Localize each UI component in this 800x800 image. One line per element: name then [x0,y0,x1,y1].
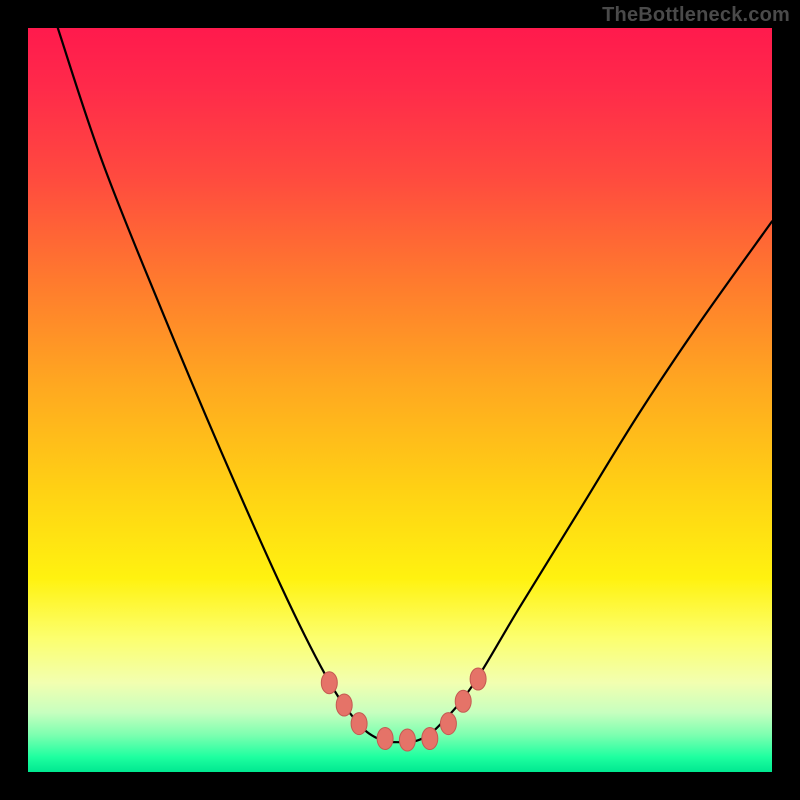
chart-marker [455,690,471,712]
bottleneck-curve [58,28,772,742]
chart-marker [399,729,415,751]
chart-marker [321,672,337,694]
chart-frame: TheBottleneck.com [0,0,800,800]
chart-marker [351,713,367,735]
chart-marker [470,668,486,690]
chart-marker [336,694,352,716]
chart-svg [28,28,772,772]
chart-marker [377,728,393,750]
chart-marker [422,728,438,750]
attribution-text: TheBottleneck.com [602,4,790,27]
chart-plot-area [28,28,772,772]
chart-marker [440,713,456,735]
chart-markers [321,668,486,751]
